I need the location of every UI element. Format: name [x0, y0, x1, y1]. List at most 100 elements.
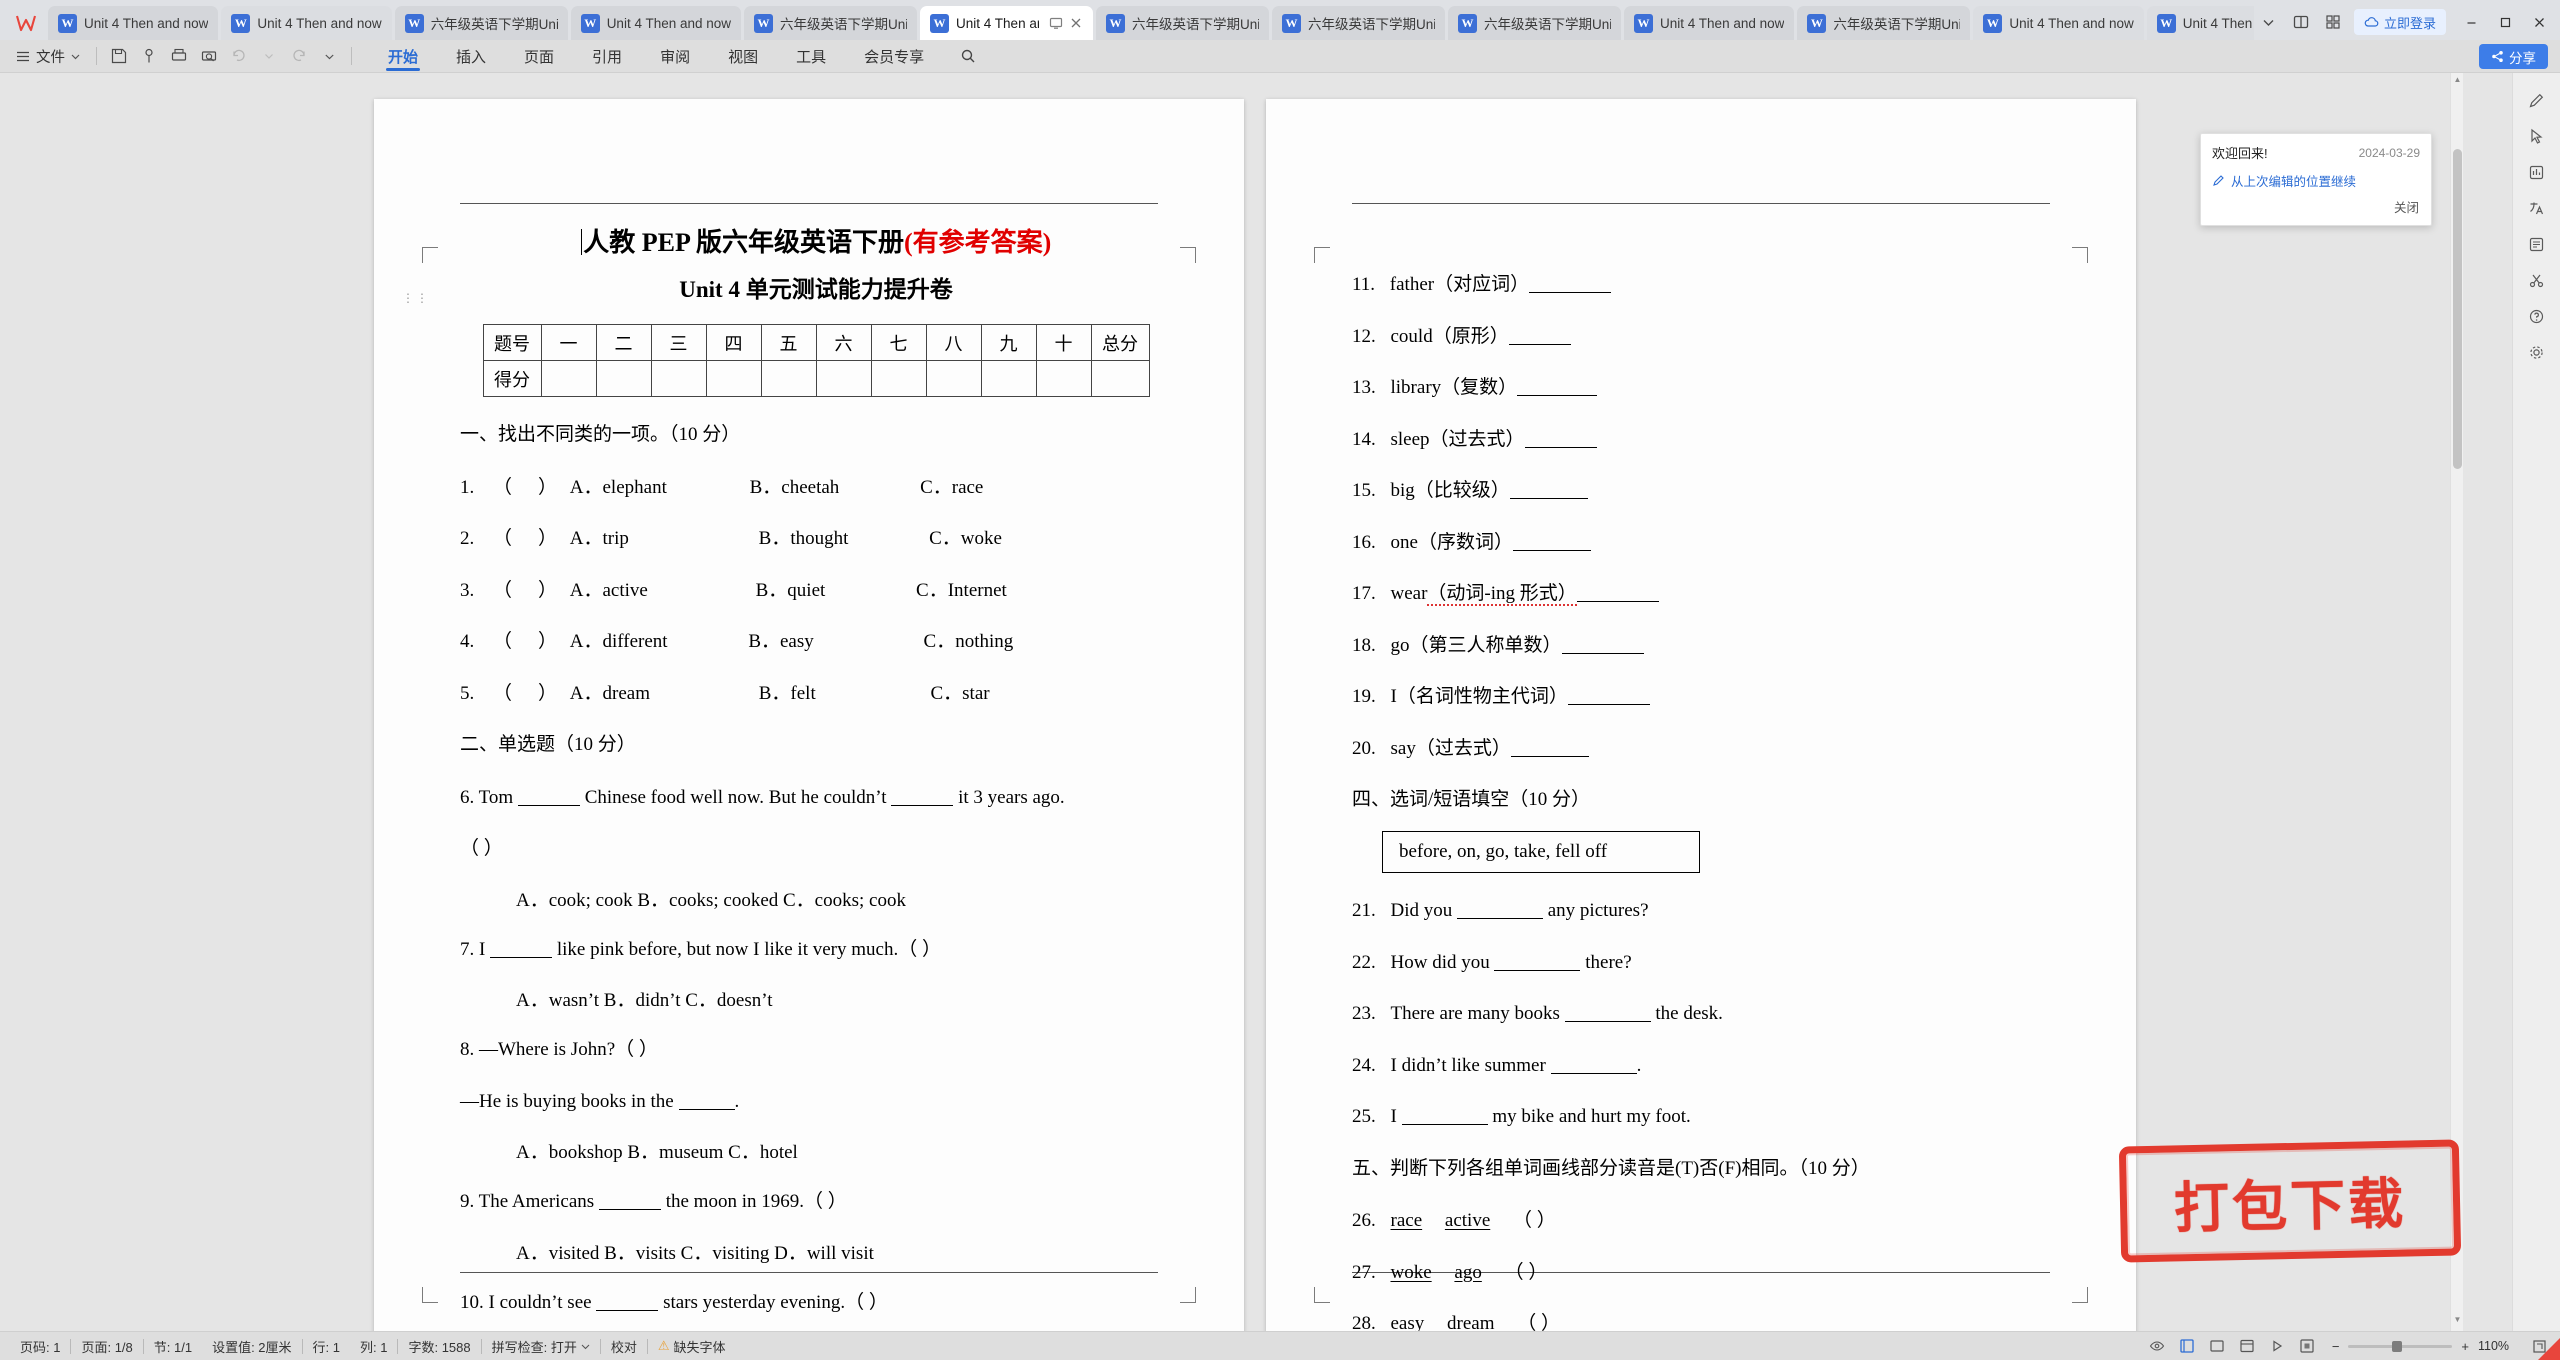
doc-tab[interactable]: W Unit 4 Then and now: [1624, 6, 1795, 40]
undo-dropdown-icon[interactable]: [254, 43, 284, 70]
doc-tab[interactable]: W 六年级英语下学期Unit: [394, 6, 568, 40]
table-cell: 三: [650, 324, 707, 361]
document-canvas[interactable]: ⋮⋮ 人教 PEP 版六年级英语下册(有参考答案) Unit 4 单元测试能力提…: [0, 73, 2512, 1331]
zoom-out-button[interactable]: −: [2332, 1339, 2340, 1354]
download-stamp-watermark[interactable]: 打包下载: [2118, 1139, 2462, 1263]
print-preview-icon[interactable]: [194, 43, 224, 70]
maximize-button[interactable]: [2488, 8, 2522, 36]
fill-item: 23. There are many books the desk.: [1352, 1000, 2064, 1028]
ribbon-tab-review[interactable]: 审阅: [641, 41, 709, 72]
help-icon[interactable]: [2520, 299, 2554, 333]
dropdown-tabs-icon[interactable]: [2254, 8, 2284, 36]
ribbon-tab-insert[interactable]: 插入: [437, 41, 505, 72]
web-layout-view-icon[interactable]: [2232, 1334, 2262, 1358]
full-screen-view-icon[interactable]: [2202, 1334, 2232, 1358]
ribbon-tab-start[interactable]: 开始: [369, 41, 437, 72]
resume-position-link[interactable]: 从上次编辑的位置继续: [2201, 165, 2431, 194]
ribbon-tab-view[interactable]: 视图: [709, 41, 777, 72]
cursor-select-icon[interactable]: [2520, 119, 2554, 153]
zoom-percent-label[interactable]: 110%: [2478, 1339, 2514, 1353]
doc-tab-active[interactable]: W Unit 4 Then an: [920, 6, 1094, 40]
print-icon[interactable]: [164, 43, 194, 70]
chart-panel-icon[interactable]: [2520, 155, 2554, 189]
zoom-slider[interactable]: [2348, 1340, 2453, 1352]
item-num: 19.: [1352, 686, 1376, 708]
doc-tab[interactable]: W Unit 4 Then and now: [570, 6, 742, 40]
document-page-left[interactable]: ⋮⋮ 人教 PEP 版六年级英语下册(有参考答案) Unit 4 单元测试能力提…: [374, 99, 1244, 1331]
status-spellcheck[interactable]: 拼写检查: 打开: [482, 1337, 600, 1356]
zoom-control[interactable]: − + 110%: [2322, 1339, 2524, 1354]
status-setting-value[interactable]: 设置值: 2厘米: [202, 1337, 301, 1356]
gear-icon[interactable]: [2520, 335, 2554, 369]
form-item: 19. I（名词性物主代词）: [1352, 683, 2064, 711]
welcome-close-button[interactable]: 关闭: [2201, 194, 2431, 225]
status-row[interactable]: 行: 1: [303, 1337, 350, 1356]
document-list-icon[interactable]: [2520, 227, 2554, 261]
undo-icon[interactable]: [224, 43, 254, 70]
fill-blank: [1509, 498, 1588, 500]
focus-mode-icon[interactable]: [2292, 1334, 2322, 1358]
question-item-6-options: A．cook; cook B．cooks; cooked C．cooks; co…: [516, 889, 906, 911]
save-icon[interactable]: [104, 43, 134, 70]
doc-tab[interactable]: W Unit 4 Then and now: [221, 6, 392, 40]
status-section[interactable]: 节: 1/1: [144, 1337, 202, 1356]
window-buttons: [2454, 8, 2556, 36]
scissors-icon[interactable]: [2520, 263, 2554, 297]
grid-apps-icon[interactable]: [2318, 8, 2348, 36]
scroll-down-arrow-icon[interactable]: ▼: [2451, 1315, 2464, 1329]
doc-tab[interactable]: W Unit 4 Then and now: [48, 6, 219, 40]
monitor-icon[interactable]: [1048, 16, 1063, 31]
redo-icon[interactable]: [284, 43, 314, 70]
doc-tab[interactable]: W 六年级英语下学期Unit: [1448, 6, 1622, 40]
status-word-count[interactable]: 字数: 1588: [398, 1337, 480, 1356]
ribbon-tab-tools[interactable]: 工具: [777, 41, 845, 72]
form-item: 11. father（对应词）: [1352, 271, 2064, 299]
doc-tab[interactable]: W 六年级英语下学期Unit: [1096, 6, 1270, 40]
status-proofread[interactable]: 校对: [601, 1337, 647, 1356]
resize-corner-icon[interactable]: [2538, 1338, 2560, 1360]
table-cell: [925, 360, 982, 397]
save-as-icon[interactable]: [134, 43, 164, 70]
document-page-right[interactable]: 11. father（对应词） 12. could（原形） 13. librar…: [1266, 99, 2136, 1331]
cloud-login-button[interactable]: 立即登录: [2353, 9, 2446, 35]
scrollbar-thumb[interactable]: [2453, 149, 2462, 469]
doc-tab[interactable]: W Unit 4 Then and now: [1973, 6, 2144, 40]
share-button[interactable]: 分享: [2479, 44, 2548, 69]
item-text-a: There are many books: [1390, 1003, 1560, 1025]
scroll-up-arrow-icon[interactable]: ▲: [2451, 75, 2464, 89]
fill-item: 24. I didn’t like summer .: [1352, 1052, 2064, 1080]
doc-tab[interactable]: W 六年级英语下学期Unit: [744, 6, 918, 40]
search-icon[interactable]: [951, 42, 985, 70]
status-column[interactable]: 列: 1: [350, 1337, 397, 1356]
minimize-button[interactable]: [2454, 8, 2488, 36]
play-presentation-icon[interactable]: [2262, 1334, 2292, 1358]
item-num: 20.: [1352, 737, 1376, 759]
doc-title-black: 人教 PEP 版六年级英语下册: [583, 228, 904, 257]
status-page-number[interactable]: 页码: 1: [10, 1337, 70, 1356]
ribbon-tab-page[interactable]: 页面: [505, 41, 573, 72]
zoom-in-button[interactable]: +: [2461, 1339, 2469, 1354]
close-button[interactable]: [2522, 8, 2556, 36]
split-view-icon[interactable]: [2286, 8, 2316, 36]
welcome-back-card[interactable]: 欢迎回来! 2024-03-29 从上次编辑的位置继续 关闭: [2200, 133, 2432, 226]
paragraph-handle-icon[interactable]: ⋮⋮: [402, 292, 428, 311]
tab-strip[interactable]: W Unit 4 Then and now W Unit 4 Then and no…: [48, 0, 2254, 40]
doc-tab[interactable]: W 六年级英语下学期Unit: [1272, 6, 1446, 40]
eye-icon[interactable]: [2142, 1334, 2172, 1358]
translate-icon[interactable]: [2520, 191, 2554, 225]
doc-tab[interactable]: W 六年级英语下学期Unit: [1797, 6, 1971, 40]
customize-quick-access-icon[interactable]: [314, 43, 344, 70]
wps-logo-icon[interactable]: [4, 6, 48, 40]
pencil-tool-icon[interactable]: [2520, 83, 2554, 117]
doc-tab[interactable]: W Unit 4 Then and now: [2146, 6, 2254, 40]
fill-item: 25. I my bike and hurt my foot.: [1352, 1103, 2064, 1131]
item-num: 11.: [1352, 274, 1376, 295]
ribbon-tab-reference[interactable]: 引用: [573, 41, 641, 72]
print-layout-view-icon[interactable]: [2172, 1334, 2202, 1358]
zoom-slider-knob[interactable]: [2392, 1340, 2403, 1352]
file-menu-button[interactable]: 文件: [8, 42, 89, 70]
ribbon-tab-vip[interactable]: 会员专享: [845, 41, 943, 72]
close-tab-icon[interactable]: [1068, 16, 1083, 31]
status-page-count[interactable]: 页面: 1/8: [71, 1337, 142, 1356]
status-missing-font[interactable]: ⚠ 缺失字体: [648, 1337, 736, 1356]
